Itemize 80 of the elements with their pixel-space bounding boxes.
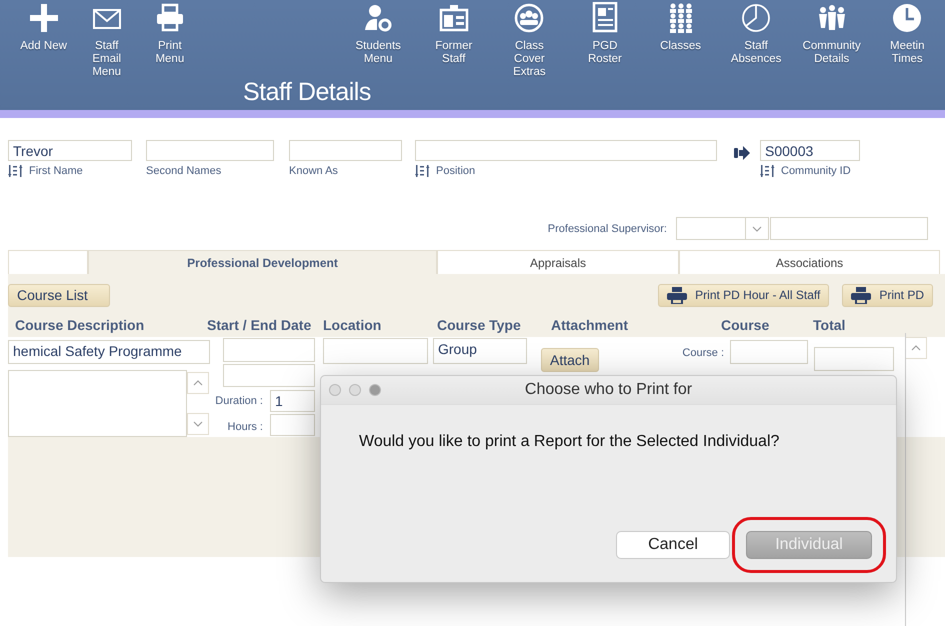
- field-label: Course :: [682, 347, 724, 359]
- print-button[interactable]: Print PD: [842, 284, 933, 306]
- close-window-icon[interactable]: [329, 384, 341, 396]
- tab-blank[interactable]: [8, 250, 88, 274]
- toolbar-button[interactable]: PGD Roster: [567, 0, 643, 66]
- print-button[interactable]: Print PD Hour - All Staff: [658, 284, 830, 306]
- toolbar-button[interactable]: Community Details: [794, 0, 870, 66]
- field-label: Professional Supervisor:: [548, 222, 667, 234]
- course-list-button[interactable]: Course List: [8, 284, 110, 306]
- column-header: Course Type: [437, 317, 522, 333]
- clock-icon: [892, 2, 922, 34]
- pie-chart-icon: [741, 2, 772, 34]
- person-gear-icon: [363, 2, 394, 34]
- scroll-up-button[interactable]: [905, 337, 927, 359]
- text-field[interactable]: Trevor: [8, 140, 132, 161]
- scroll-down-button[interactable]: [187, 413, 209, 435]
- zoom-window-icon[interactable]: [369, 384, 381, 396]
- dropdown-caret[interactable]: [746, 217, 769, 240]
- group-circle-icon: [514, 2, 544, 34]
- tab[interactable]: Professional Development: [88, 250, 437, 274]
- toolbar-button[interactable]: Former Staff: [416, 0, 492, 66]
- duration-field[interactable]: 1: [270, 390, 315, 412]
- attach-button[interactable]: Attach: [541, 348, 599, 372]
- sort-icon[interactable]: [8, 165, 23, 177]
- toolbar-button[interactable]: Staff Absences: [718, 0, 794, 66]
- dialog-button[interactable]: Cancel: [616, 531, 730, 559]
- column-header: Course Description: [15, 317, 146, 333]
- toolbar-button[interactable]: Staff Email Menu: [75, 0, 138, 79]
- field-label: Community ID: [781, 165, 851, 177]
- text-area[interactable]: [8, 370, 187, 437]
- printer-icon: [154, 2, 185, 34]
- dialog-message: Would you like to print a Report for the Selected Individual?: [359, 433, 780, 451]
- date-field[interactable]: [223, 338, 315, 362]
- toolbar-button[interactable]: Class Cover Extras: [492, 0, 568, 79]
- arrow-right-icon[interactable]: [734, 146, 750, 160]
- minimize-window-icon[interactable]: [349, 384, 361, 396]
- text-field[interactable]: hemical Safety Programme: [8, 340, 210, 364]
- column-header: Attachment: [551, 317, 630, 333]
- printer-icon: [851, 286, 872, 304]
- text-field[interactable]: S00003: [760, 140, 860, 161]
- sort-icon[interactable]: [760, 165, 775, 177]
- field-label: Known As: [289, 165, 338, 177]
- chevron-up-icon: [911, 345, 921, 351]
- scroll-up-button[interactable]: [187, 372, 209, 394]
- id-card-icon: [438, 2, 469, 34]
- text-field[interactable]: [770, 217, 928, 240]
- tab[interactable]: Associations: [679, 250, 940, 274]
- chevron-down-icon: [193, 421, 203, 427]
- text-field[interactable]: [415, 140, 717, 161]
- column-header: Start / End Date: [207, 317, 312, 333]
- text-field[interactable]: [289, 140, 402, 161]
- total-field[interactable]: [814, 347, 894, 371]
- toolbar-button[interactable]: Meetin Times: [869, 0, 945, 66]
- column-header: Total: [813, 317, 846, 333]
- hours-field[interactable]: [270, 414, 315, 436]
- field-label: First Name: [29, 165, 83, 177]
- field-label: Second Names: [146, 165, 222, 177]
- field-label: Duration :: [215, 395, 263, 407]
- location-field[interactable]: [323, 338, 428, 364]
- field-label: Hours :: [228, 421, 263, 433]
- toolbar-button[interactable]: Students Menu: [340, 0, 416, 66]
- column-header: Course: [721, 317, 770, 333]
- printer-icon: [667, 286, 688, 304]
- toolbar-button[interactable]: Print Menu: [138, 0, 202, 66]
- toolbar-button[interactable]: Classes: [642, 0, 718, 53]
- course-cost-field[interactable]: [730, 340, 808, 364]
- chevron-up-icon: [193, 380, 203, 386]
- column-header: Location: [323, 317, 382, 333]
- page-title: Staff Details: [243, 78, 371, 107]
- text-field[interactable]: [146, 140, 274, 161]
- dialog-title: Choose who to Print for: [524, 381, 694, 399]
- toolbar-button[interactable]: Add New: [12, 0, 76, 53]
- field-label: Position: [436, 165, 476, 177]
- date-field[interactable]: [223, 364, 315, 387]
- plus-icon: [28, 2, 59, 34]
- course-type-field[interactable]: Group: [433, 338, 527, 364]
- dropdown-field[interactable]: [676, 217, 746, 240]
- tab[interactable]: Appraisals: [437, 250, 679, 274]
- chevron-down-icon: [752, 226, 762, 232]
- sort-icon[interactable]: [415, 165, 430, 177]
